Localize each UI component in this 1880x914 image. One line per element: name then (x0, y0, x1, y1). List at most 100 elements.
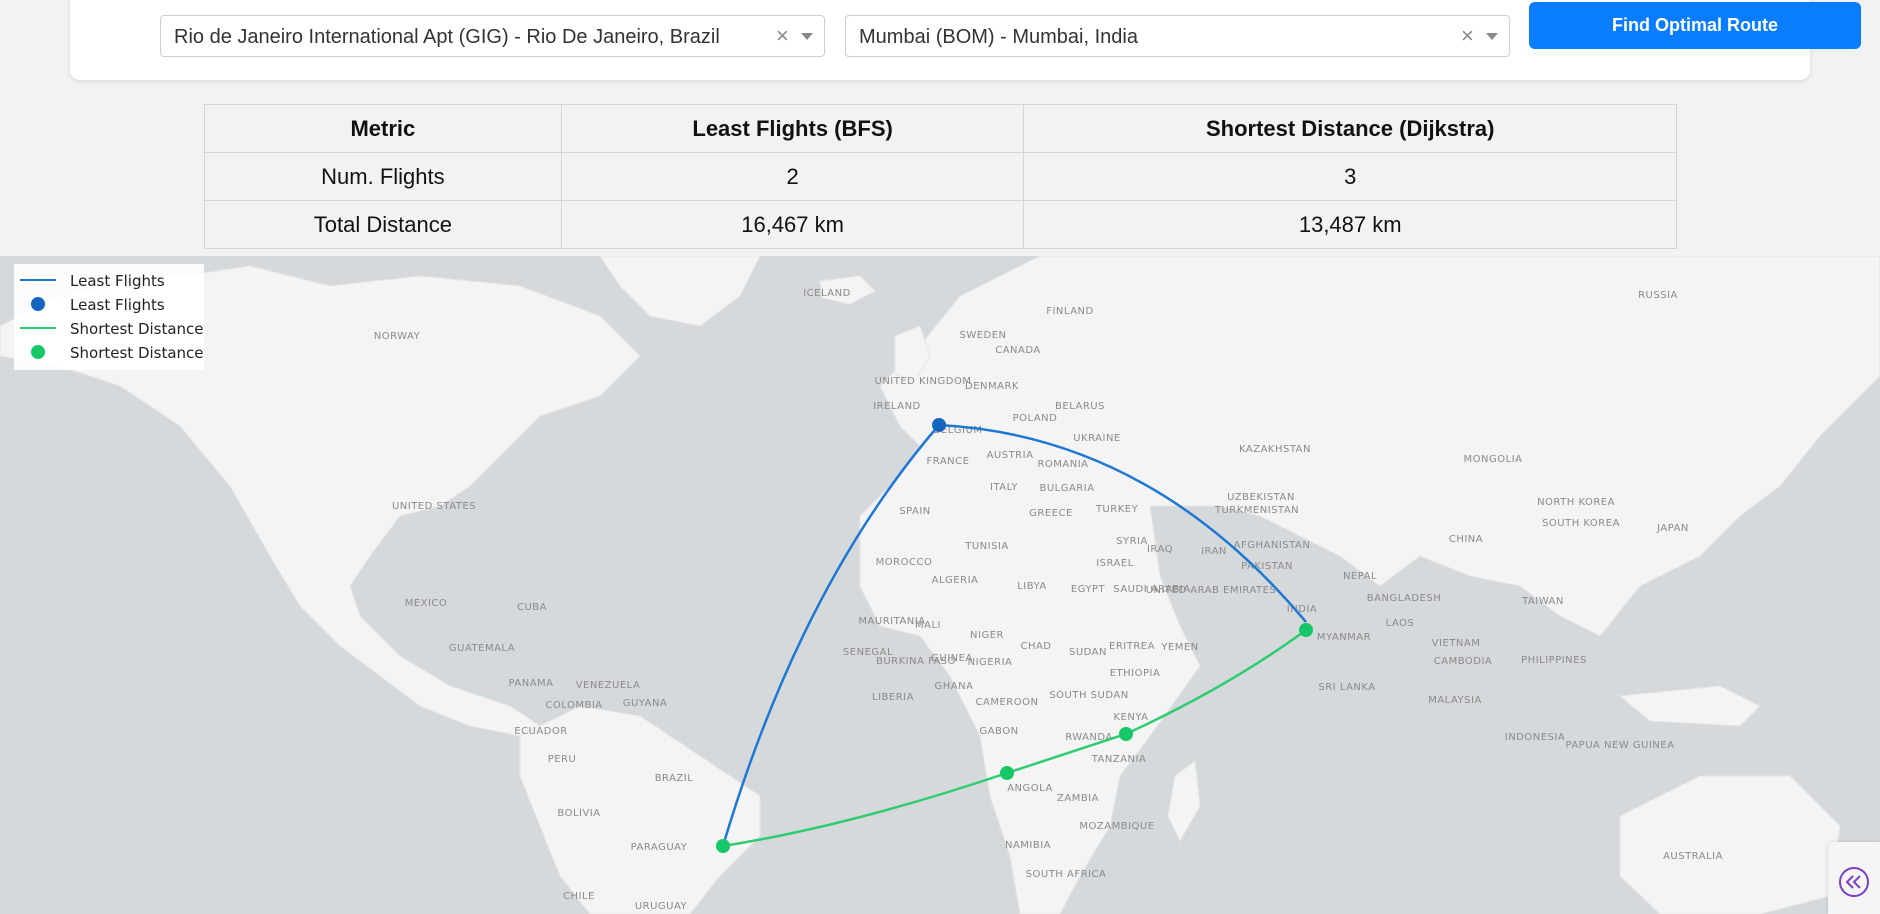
route-search-card: Rio de Janeiro International Apt (GIG) -… (70, 0, 1861, 80)
map-country-label: GUYANA (623, 698, 668, 709)
map-country-label: ECUADOR (514, 726, 567, 737)
map-country-label: BULGARIA (1039, 483, 1094, 494)
greenland-landmass (599, 256, 761, 327)
double-chevron-left-icon (1839, 867, 1869, 897)
map-country-label: BOLIVIA (557, 808, 600, 819)
legend-label: Shortest Distance (70, 344, 204, 362)
route-map[interactable]: ICELAND FINLAND RUSSIA NORWAY SWEDEN CANADA UN… (0, 256, 1880, 914)
map-country-label: SOUTH SUDAN (1049, 690, 1128, 701)
shortest-distance-value: 3 (1023, 152, 1677, 201)
map-country-label: DENMARK (965, 381, 1019, 392)
legend-label: Least Flights (70, 272, 165, 290)
origin-airport-select[interactable]: Rio de Janeiro International Apt (GIG) -… (160, 15, 825, 57)
destination-airport-select[interactable]: Mumbai (BOM) - Mumbai, India × (845, 15, 1510, 57)
map-country-label: AUSTRALIA (1663, 851, 1723, 862)
map-country-label: UZBEKISTAN (1227, 492, 1295, 503)
map-country-label: NAMIBIA (1005, 840, 1051, 851)
map-country-label: YEMEN (1160, 642, 1198, 653)
map-country-label: CHINA (1449, 534, 1483, 545)
map-country-label: LIBERIA (872, 692, 914, 703)
map-country-label: GUATEMALA (449, 643, 515, 654)
map-country-label: UNITED KINGDOM (875, 376, 972, 387)
header-shortest-distance: Shortest Distance (Dijkstra) (1023, 104, 1677, 153)
map-country-label: RUSSIA (1638, 290, 1678, 301)
south-america-landmass (519, 705, 761, 914)
map-country-label: CHILE (563, 891, 595, 902)
map-country-label: KENYA (1113, 712, 1148, 723)
origin-dropdown-chevron-icon[interactable] (801, 33, 813, 40)
map-country-label: PHILIPPINES (1521, 655, 1587, 666)
map-country-label: ZAMBIA (1057, 793, 1099, 804)
map-country-label: ROMANIA (1037, 459, 1088, 470)
map-country-label: PANAMA (508, 678, 553, 689)
map-country-label: MEXICO (405, 598, 448, 609)
map-country-label: TAIWAN (1521, 596, 1564, 607)
map-country-label: NEPAL (1343, 571, 1377, 582)
map-country-label: URUGUAY (635, 901, 688, 912)
map-country-label: GUINEA (931, 653, 973, 664)
destination-clear-icon[interactable]: × (1461, 23, 1474, 49)
map-country-label: COLOMBIA (545, 700, 602, 711)
australia-landmass (1619, 775, 1841, 914)
indonesia-landmass (1618, 685, 1761, 727)
map-country-label: CUBA (517, 602, 547, 613)
collapse-panel-button[interactable] (1828, 842, 1880, 914)
map-country-label: GABON (979, 726, 1018, 737)
map-country-label: CAMBODIA (1434, 656, 1493, 667)
map-country-label: UKRAINE (1073, 433, 1121, 444)
map-country-label: IRAN (1201, 546, 1227, 557)
map-country-label: MONGOLIA (1464, 454, 1523, 465)
map-country-label: SOUTH KOREA (1542, 518, 1620, 529)
map-country-label: LIBYA (1017, 581, 1047, 592)
map-country-label: MALI (915, 620, 941, 631)
map-country-label: FINLAND (1046, 306, 1094, 317)
map-country-label: ERITREA (1109, 641, 1155, 652)
header-least-flights: Least Flights (BFS) (560, 104, 1025, 153)
map-country-label: ICELAND (803, 288, 851, 299)
map-country-label: TURKEY (1095, 504, 1139, 515)
map-country-label: MOZAMBIQUE (1079, 821, 1154, 832)
map-country-label: IRAQ (1147, 544, 1173, 555)
map-country-label: UNITED STATES (392, 501, 476, 512)
map-country-label: VIETNAM (1432, 638, 1481, 649)
origin-clear-icon[interactable]: × (776, 23, 789, 49)
map-country-label: EGYPT (1071, 584, 1106, 595)
madagascar-landmass (1167, 760, 1201, 843)
map-country-label: NORTH KOREA (1537, 497, 1615, 508)
map-country-label: ETHIOPIA (1110, 668, 1161, 679)
destination-dropdown-chevron-icon[interactable] (1486, 33, 1498, 40)
route-metrics-table: Metric Least Flights (BFS) Shortest Dist… (204, 104, 1677, 249)
map-country-label: CANADA (995, 345, 1041, 356)
map-country-label: TUNISIA (964, 541, 1009, 552)
map-country-label: MOROCCO (876, 557, 933, 568)
least-flights-value: 16,467 km (560, 200, 1025, 249)
map-country-label: NORWAY (374, 331, 421, 342)
map-country-label: NIGER (970, 630, 1004, 641)
map-country-label: LAOS (1386, 618, 1415, 629)
metric-name: Num. Flights (204, 152, 562, 201)
world-basemap: ICELAND FINLAND RUSSIA NORWAY SWEDEN CANADA UN… (0, 256, 1880, 914)
map-country-label: SRI LANKA (1318, 682, 1375, 693)
map-country-label: TANZANIA (1091, 754, 1147, 765)
map-country-label: FRANCE (927, 456, 970, 467)
find-optimal-route-button[interactable]: Find Optimal Route (1529, 2, 1861, 49)
map-country-label: AUSTRIA (987, 450, 1034, 461)
shortest-distance-stop-rio (716, 839, 730, 853)
map-country-label: PAPUA NEW GUINEA (1565, 740, 1674, 751)
map-country-label: ALGERIA (932, 575, 979, 586)
map-country-label: ISRAEL (1096, 558, 1134, 569)
least-flights-stop-brussels (932, 418, 946, 432)
map-country-label: MYANMAR (1317, 632, 1371, 643)
map-country-label: ANGOLA (1007, 783, 1053, 794)
map-country-label: JAPAN (1656, 523, 1689, 534)
map-legend: Least Flights Least Flights Shortest Dis… (14, 264, 204, 370)
metric-name: Total Distance (204, 200, 562, 249)
map-country-label: BRAZIL (655, 773, 694, 784)
map-country-label: PARAGUAY (631, 842, 688, 853)
destination-airport-value: Mumbai (BOM) - Mumbai, India (859, 26, 1138, 48)
table-row: Num. Flights 2 3 (204, 152, 1677, 201)
map-country-label: SOUTH AFRICA (1026, 869, 1107, 880)
map-country-label: NIGERIA (968, 657, 1013, 668)
map-country-label: TURKMENISTAN (1214, 505, 1299, 516)
map-country-label: MALAYSIA (1428, 695, 1482, 706)
